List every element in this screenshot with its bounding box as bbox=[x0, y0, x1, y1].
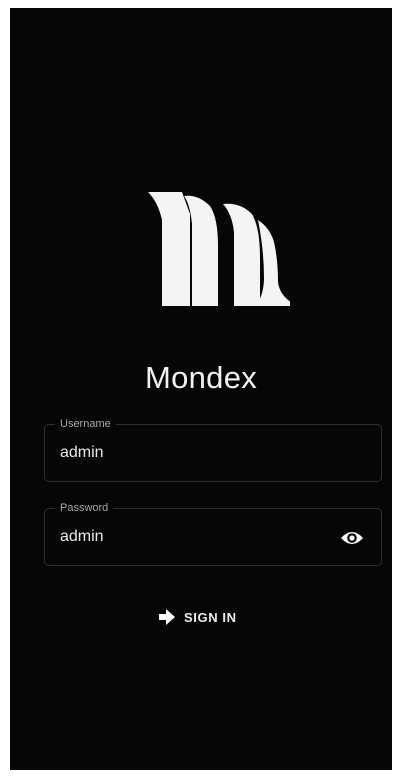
sign-in-button[interactable]: SIGN IN bbox=[158, 602, 248, 632]
mondex-logo-icon bbox=[138, 184, 298, 306]
sign-in-label: SIGN IN bbox=[184, 609, 237, 625]
username-field[interactable]: Username admin bbox=[44, 417, 382, 482]
eye-icon[interactable] bbox=[340, 527, 364, 549]
app-title: Mondex bbox=[144, 360, 258, 395]
login-screen: Mondex Username admin Password admin SIG… bbox=[10, 8, 392, 770]
password-label: Password bbox=[55, 501, 114, 515]
username-label: Username bbox=[55, 417, 116, 431]
arrow-right-icon bbox=[158, 609, 176, 625]
password-field[interactable]: Password admin bbox=[44, 501, 382, 566]
username-input[interactable]: admin bbox=[60, 443, 320, 463]
password-input[interactable]: admin bbox=[60, 527, 320, 547]
